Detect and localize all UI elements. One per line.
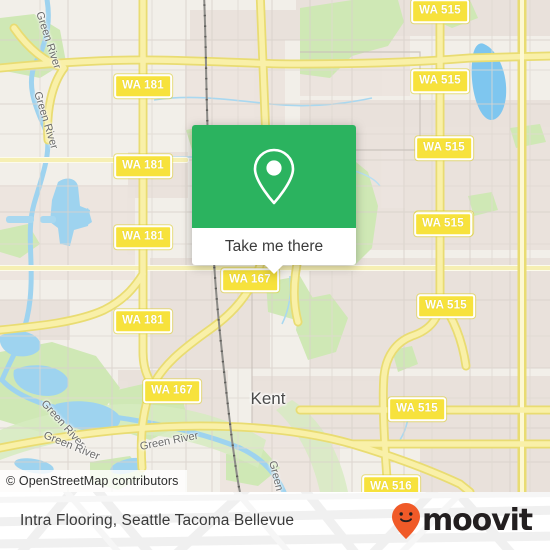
highway-shield[interactable]: WA 181 xyxy=(114,309,172,333)
highway-shield[interactable]: WA 167 xyxy=(143,379,201,403)
highway-shield[interactable]: WA 515 xyxy=(417,294,475,318)
highway-shield[interactable]: WA 181 xyxy=(114,74,172,98)
popup-pointer-tail xyxy=(264,264,284,274)
highway-shield[interactable]: WA 181 xyxy=(114,225,172,249)
place-label: Kent xyxy=(250,389,286,408)
map-screenshot-page: © OpenStreetMap contributors Green River… xyxy=(0,0,550,550)
map-pin-icon xyxy=(253,148,295,204)
take-me-there-button[interactable]: Take me there xyxy=(192,228,356,274)
moovit-smiley-pin-icon xyxy=(391,503,420,539)
location-title: Intra Flooring, Seattle Tacoma Bellevue xyxy=(20,512,295,529)
take-me-there-label: Take me there xyxy=(224,237,324,255)
highway-shield[interactable]: WA 181 xyxy=(114,154,172,178)
highway-shield[interactable]: WA 515 xyxy=(414,212,472,236)
highway-shield[interactable]: WA 516 xyxy=(362,475,420,492)
highway-shield[interactable]: WA 515 xyxy=(415,136,473,160)
location-popup-card[interactable]: Take me there xyxy=(192,125,356,274)
highway-shield[interactable]: WA 515 xyxy=(411,0,469,23)
popup-pin-panel xyxy=(192,125,356,228)
osm-attribution[interactable]: © OpenStreetMap contributors xyxy=(0,470,187,492)
moovit-logo[interactable]: moovit xyxy=(391,502,533,540)
highway-shield[interactable]: WA 515 xyxy=(388,397,446,421)
moovit-wordmark: moovit xyxy=(421,503,533,538)
highway-shield[interactable]: WA 515 xyxy=(411,69,469,93)
bottom-info-bar: Intra Flooring, Seattle Tacoma Bellevue … xyxy=(0,492,550,550)
